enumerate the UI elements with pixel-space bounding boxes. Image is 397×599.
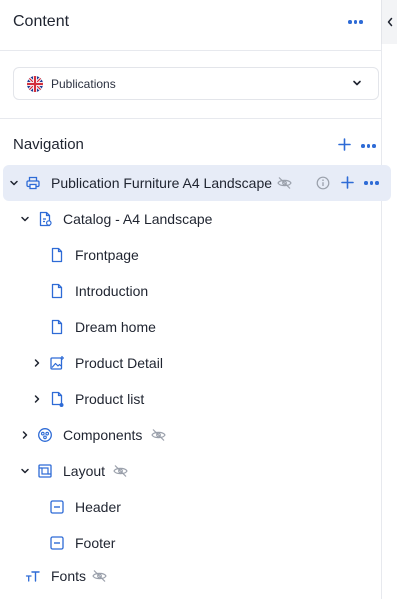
tree-item-dream-home[interactable]: Dream home [3, 309, 391, 345]
site-selector-value: Publications [51, 76, 116, 91]
tree-item-publication-furniture[interactable]: Publication Furniture A4 Landscape [3, 165, 391, 201]
tree-item-label: Product list [75, 391, 145, 407]
minus-box-icon [50, 500, 64, 514]
navigation-title: Navigation [13, 136, 84, 153]
tree-item-label: Footer [75, 535, 116, 551]
tree-item-label: Components [63, 427, 143, 443]
chevron-right-icon[interactable] [32, 394, 42, 404]
document-settings-icon [39, 211, 52, 227]
tree-item-label: Dream home [75, 319, 156, 335]
collapse-panel-button[interactable] [381, 0, 397, 44]
tree-item-label: Header [75, 499, 121, 515]
hidden-eye-icon [277, 177, 292, 189]
tree-item-label: Publication Furniture A4 Landscape [51, 175, 273, 191]
chevron-left-icon [387, 17, 393, 27]
tree-item-label: Fonts [51, 568, 87, 584]
tree-item-layout[interactable]: Layout [3, 453, 391, 489]
text-size-icon [25, 571, 40, 582]
add-icon[interactable] [338, 138, 351, 151]
tree-item-label: Layout [63, 463, 106, 479]
add-child-icon[interactable] [341, 176, 354, 189]
tree-item-product-list[interactable]: Product list [3, 381, 391, 417]
chevron-down-icon[interactable] [9, 178, 19, 188]
item-more-options-icon[interactable] [364, 181, 379, 185]
tree-item-product-detail[interactable]: Product Detail [3, 345, 391, 381]
tree-item-components[interactable]: Components [3, 417, 391, 453]
print-icon [26, 176, 40, 190]
hidden-eye-icon [113, 465, 128, 477]
tree-item-label: Catalog - A4 Landscape [63, 211, 213, 227]
image-plus-icon [50, 356, 64, 370]
tree-item-frontpage[interactable]: Frontpage [3, 237, 391, 273]
file-icon [51, 319, 63, 335]
site-selector[interactable]: Publications [13, 67, 379, 100]
components-icon [38, 428, 52, 442]
file-dot-icon [51, 391, 64, 407]
tree-item-fonts[interactable]: Fonts [3, 558, 391, 594]
selector-divider [0, 118, 381, 119]
tree-item-label: Introduction [75, 283, 149, 299]
chevron-down-icon [353, 80, 361, 86]
hidden-eye-icon [92, 570, 107, 582]
tree-item-label: Product Detail [75, 355, 163, 371]
minus-box-icon [50, 536, 64, 550]
content-panel: Content Publications Navigation Publicat… [0, 0, 391, 599]
layout-icon [38, 464, 52, 478]
tree-item-footer[interactable]: Footer [3, 525, 391, 561]
header-divider [0, 50, 381, 51]
uk-flag-icon [27, 75, 43, 92]
chevron-down-icon[interactable] [20, 466, 30, 476]
panel-header: Content [0, 0, 381, 46]
tree-item-introduction[interactable]: Introduction [3, 273, 391, 309]
tree-item-label: Frontpage [75, 247, 139, 263]
panel-title: Content [13, 13, 70, 30]
tree-item-header[interactable]: Header [3, 489, 391, 525]
panel-more-options-icon[interactable] [348, 20, 363, 24]
navigation-more-options-icon[interactable] [361, 144, 376, 148]
info-icon[interactable] [316, 176, 330, 190]
hidden-eye-icon [151, 429, 166, 441]
tree-item-catalog[interactable]: Catalog - A4 Landscape [3, 201, 391, 237]
file-icon [51, 247, 63, 263]
file-icon [51, 283, 63, 299]
chevron-right-icon[interactable] [32, 358, 42, 368]
chevron-down-icon[interactable] [20, 214, 30, 224]
chevron-right-icon[interactable] [20, 430, 30, 440]
